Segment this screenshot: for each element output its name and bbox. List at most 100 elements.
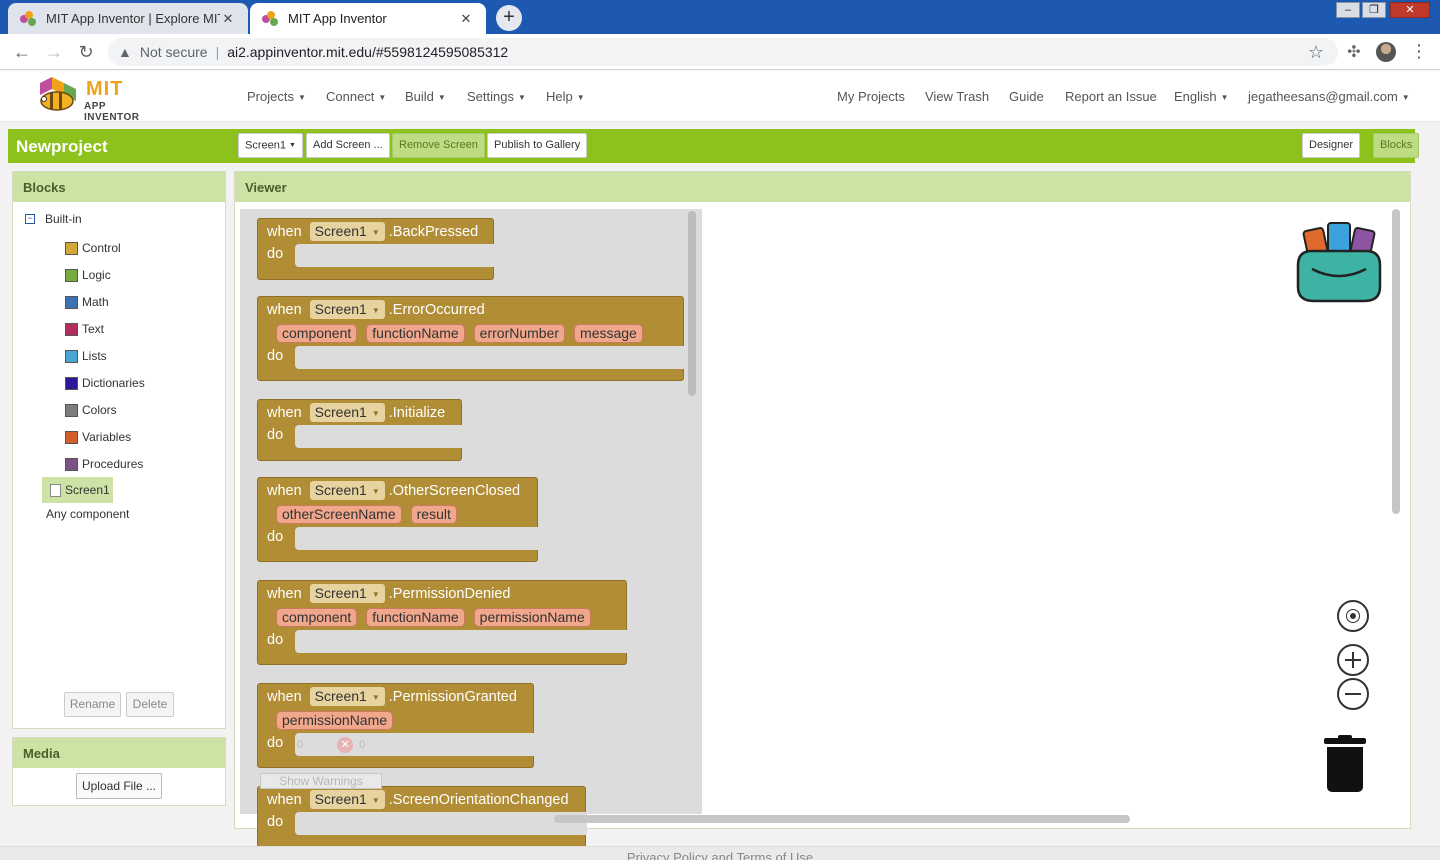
close-tab-icon[interactable]: ✕ — [458, 11, 474, 27]
event-param[interactable]: functionName — [366, 608, 465, 627]
category-logic[interactable]: Logic — [65, 268, 111, 282]
event-header: when Screen1 ▼ .PermissionDenied — [267, 584, 510, 603]
event-param[interactable]: errorNumber — [473, 324, 566, 343]
workspace-horizontal-scrollbar[interactable] — [554, 815, 1130, 823]
event-param[interactable]: otherScreenName — [276, 505, 402, 524]
do-statement-slot[interactable] — [295, 527, 539, 550]
event-param[interactable]: permissionName — [276, 711, 394, 730]
delete-button[interactable]: Delete — [126, 692, 174, 717]
tree-any-component[interactable]: Any component — [46, 507, 129, 521]
menu-build[interactable]: Build ▼ — [405, 89, 446, 104]
event-block[interactable]: when Screen1 ▼ .OtherScreenClosed otherScree… — [257, 477, 539, 562]
component-name: Screen1 — [314, 223, 367, 239]
event-param[interactable]: permissionName — [473, 608, 591, 627]
event-block[interactable]: when Screen1 ▼ .BackPressed do — [257, 218, 495, 280]
link-report-issue[interactable]: Report an Issue — [1065, 89, 1157, 104]
do-statement-slot[interactable] — [295, 812, 587, 835]
do-statement-slot[interactable] — [295, 346, 685, 369]
event-block[interactable]: when Screen1 ▼ .ScreenOrientationChanged do — [257, 786, 587, 848]
menu-language[interactable]: English ▼ — [1174, 89, 1229, 104]
minimize-window-icon[interactable]: – — [1336, 2, 1360, 18]
profile-avatar[interactable] — [1376, 42, 1396, 62]
tab-title: MIT App Inventor | Explore MIT A — [46, 11, 220, 26]
event-block[interactable]: when Screen1 ▼ .PermissionGranted permission… — [257, 683, 535, 768]
event-header: when Screen1 ▼ .Initialize — [267, 403, 445, 422]
remove-screen-button[interactable]: Remove Screen — [392, 133, 485, 158]
category-math[interactable]: Math — [65, 295, 109, 309]
category-variables[interactable]: Variables — [65, 430, 131, 444]
designer-button[interactable]: Designer — [1302, 133, 1361, 158]
menu-connect[interactable]: Connect ▼ — [326, 89, 386, 104]
category-text[interactable]: Text — [65, 322, 104, 336]
maximize-window-icon[interactable]: ❐ — [1362, 2, 1386, 18]
add-screen-button[interactable]: Add Screen ... — [306, 133, 390, 158]
do-statement-slot[interactable] — [295, 425, 463, 448]
component-dropdown[interactable]: Screen1 ▼ — [309, 481, 385, 500]
browser-tab-app-inventor[interactable]: MIT App Inventor ✕ — [250, 3, 486, 34]
menu-projects[interactable]: Projects ▼ — [247, 89, 306, 104]
link-view-trash[interactable]: View Trash — [925, 89, 989, 104]
trash-icon[interactable] — [1324, 735, 1366, 794]
event-param[interactable]: component — [276, 608, 358, 627]
upload-file-button[interactable]: Upload File ... — [76, 773, 162, 799]
publish-gallery-button[interactable]: Publish to Gallery — [487, 133, 588, 158]
do-statement-slot[interactable] — [295, 244, 495, 267]
forward-arrow-icon[interactable]: → — [42, 40, 66, 64]
component-dropdown[interactable]: Screen1 ▼ — [309, 403, 385, 422]
event-block[interactable]: when Screen1 ▼ .Initialize do — [257, 399, 463, 461]
collapse-icon[interactable]: − — [25, 214, 35, 224]
extensions-puzzle-icon[interactable]: ✣ — [1344, 42, 1364, 62]
category-dictionaries[interactable]: Dictionaries — [65, 376, 145, 390]
event-block[interactable]: when Screen1 ▼ .ErrorOccurred component funct… — [257, 296, 685, 381]
menu-help[interactable]: Help ▼ — [546, 89, 585, 104]
tree-screen1[interactable]: Screen1 — [42, 477, 113, 503]
reload-icon[interactable]: ↻ — [74, 40, 98, 64]
component-dropdown[interactable]: Screen1 ▼ — [309, 790, 385, 809]
bookmark-star-icon[interactable]: ☆ — [1308, 42, 1324, 63]
category-swatch-icon — [65, 430, 78, 444]
do-statement-slot[interactable] — [295, 630, 628, 653]
backpack-icon[interactable] — [1294, 221, 1384, 303]
category-colors[interactable]: Colors — [65, 403, 117, 417]
category-label: Dictionaries — [82, 376, 145, 390]
event-block[interactable]: when Screen1 ▼ .PermissionDenied component fu… — [257, 580, 628, 665]
browser-menu-icon[interactable]: ⋮ — [1410, 41, 1428, 61]
browser-tab-explore[interactable]: MIT App Inventor | Explore MIT A ✕ — [8, 3, 248, 34]
back-arrow-icon[interactable]: ← — [10, 40, 34, 64]
zoom-out-icon[interactable] — [1337, 678, 1369, 710]
menu-account[interactable]: jegatheesans@gmail.com ▼ — [1248, 89, 1410, 104]
workspace-vertical-scrollbar[interactable] — [1392, 209, 1400, 514]
rename-button[interactable]: Rename — [64, 692, 121, 717]
event-param[interactable]: result — [410, 505, 457, 524]
recenter-crosshair-icon[interactable] — [1337, 600, 1369, 632]
close-tab-icon[interactable]: ✕ — [220, 11, 236, 27]
tree-builtin[interactable]: − Built-in — [25, 212, 82, 226]
new-tab-button[interactable]: + — [496, 5, 522, 31]
link-my-projects[interactable]: My Projects — [837, 89, 905, 104]
event-name: .ErrorOccurred — [388, 301, 485, 318]
mit-app-inventor-logo[interactable]: MIT APP INVENTOR — [34, 75, 164, 123]
screen-select-dropdown[interactable]: Screen1 ▼ — [238, 133, 303, 158]
menu-settings[interactable]: Settings ▼ — [467, 89, 526, 104]
category-lists[interactable]: Lists — [65, 349, 107, 363]
link-guide[interactable]: Guide — [1009, 89, 1044, 104]
component-dropdown[interactable]: Screen1 ▼ — [309, 222, 385, 241]
do-keyword: do — [267, 427, 284, 443]
event-param[interactable]: message — [574, 324, 643, 343]
category-procedures[interactable]: Procedures — [65, 457, 143, 471]
component-name: Screen1 — [314, 404, 367, 420]
flyout-scrollbar[interactable] — [688, 211, 696, 396]
url-input[interactable]: ▲ Not secure | ai2.appinventor.mit.edu/#… — [108, 38, 1338, 66]
show-warnings-button[interactable]: Show Warnings — [260, 773, 382, 789]
footer-privacy-link[interactable]: Privacy Policy and Terms of Use — [0, 846, 1440, 860]
category-control[interactable]: Control — [65, 241, 121, 255]
error-icon[interactable]: ✕ — [337, 737, 354, 753]
blocks-button[interactable]: Blocks — [1373, 133, 1420, 158]
component-dropdown[interactable]: Screen1 ▼ — [309, 300, 385, 319]
component-dropdown[interactable]: Screen1 ▼ — [309, 687, 385, 706]
event-param[interactable]: functionName — [366, 324, 465, 343]
event-param[interactable]: component — [276, 324, 358, 343]
component-dropdown[interactable]: Screen1 ▼ — [309, 584, 385, 603]
zoom-in-icon[interactable] — [1337, 644, 1369, 676]
close-window-icon[interactable]: ✕ — [1390, 2, 1430, 18]
